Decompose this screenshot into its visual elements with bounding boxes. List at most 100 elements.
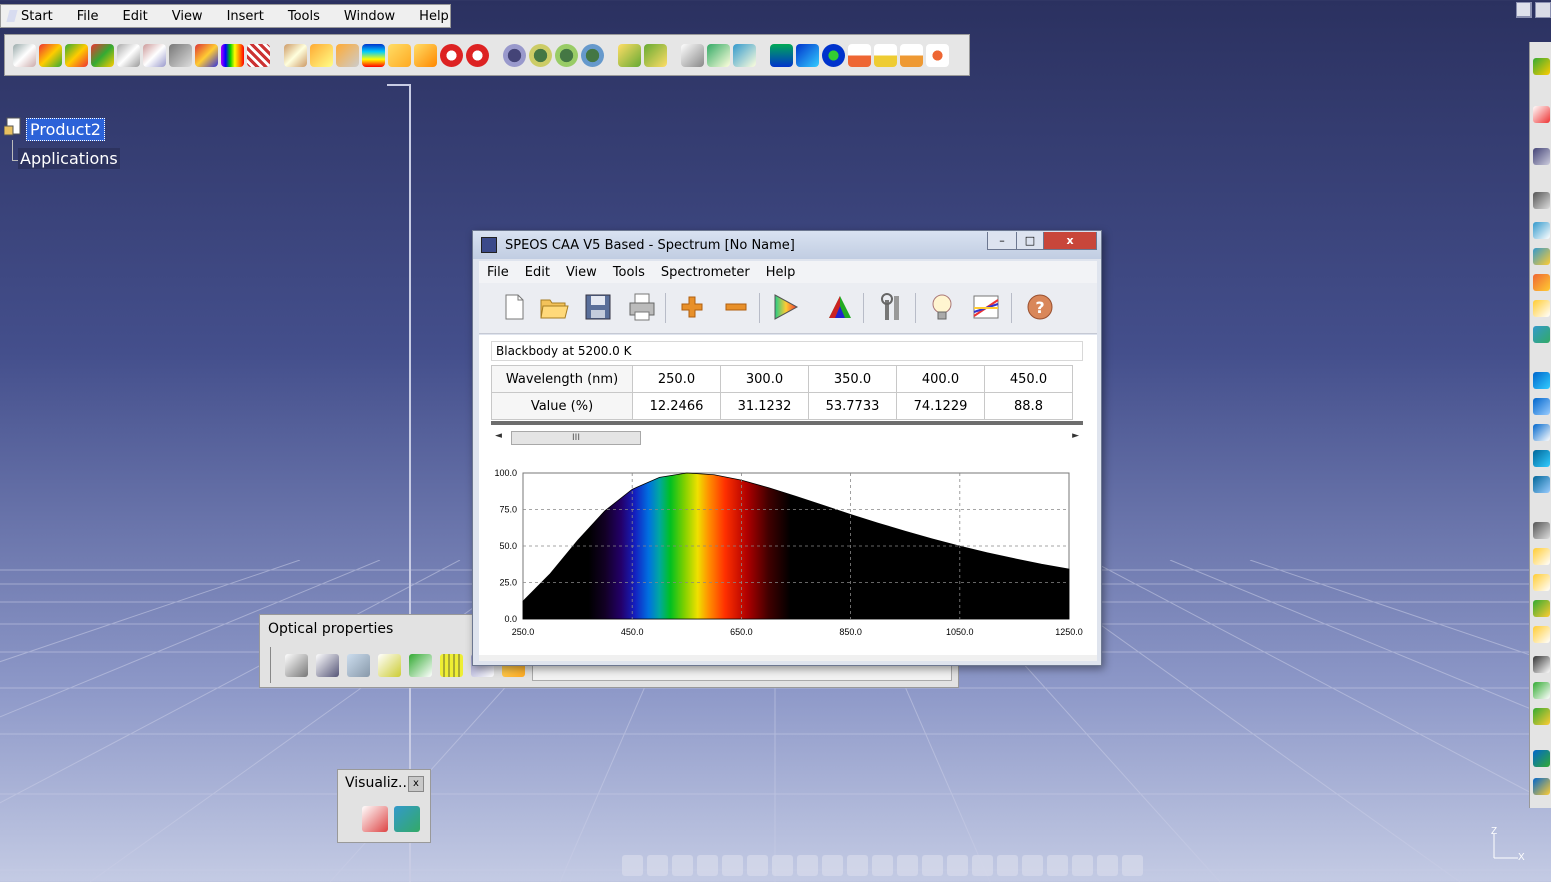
measure-icon[interactable]: [733, 43, 756, 67]
visualization-close-button[interactable]: x: [408, 776, 424, 792]
result-map-icon[interactable]: [362, 43, 385, 67]
spectrum-menu-view[interactable]: View: [558, 265, 605, 280]
right-tool-8-icon[interactable]: [1533, 300, 1550, 317]
material-icon[interactable]: [347, 653, 370, 677]
product-icon[interactable]: [4, 116, 24, 138]
pan-icon[interactable]: [897, 854, 918, 876]
view-ray-icon[interactable]: [362, 806, 388, 832]
rotate-icon[interactable]: [922, 854, 943, 876]
hide-show-icon[interactable]: [1072, 854, 1093, 876]
camera-icon[interactable]: [1122, 854, 1143, 876]
inverse-simulation-icon[interactable]: [336, 43, 359, 67]
opt-icon[interactable]: [900, 43, 923, 67]
table-cell[interactable]: 53.7733: [808, 392, 897, 420]
lamp-icon[interactable]: [927, 292, 957, 322]
right-tool-1-icon[interactable]: [1533, 58, 1550, 75]
optical-lens-icon[interactable]: [529, 43, 552, 67]
bottom-tool-2-icon[interactable]: [647, 854, 668, 876]
select-icon[interactable]: [681, 43, 704, 67]
lock-icon[interactable]: [797, 854, 818, 876]
thermic-source-icon[interactable]: [143, 43, 166, 67]
add-icon[interactable]: [677, 292, 707, 322]
right-tool-10-icon[interactable]: [1533, 372, 1550, 389]
bottom-tool-9-icon[interactable]: [822, 854, 843, 876]
ambient-source-icon[interactable]: [117, 43, 140, 67]
zoom-out-icon[interactable]: [972, 854, 993, 876]
spectrum-menu-edit[interactable]: Edit: [517, 265, 558, 280]
optical-surface-icon[interactable]: [503, 43, 526, 67]
swap-space-icon[interactable]: [1097, 854, 1118, 876]
right-tool-24-icon[interactable]: [1533, 778, 1550, 795]
formula-icon[interactable]: [672, 854, 693, 876]
spectrum-window-titlebar[interactable]: SPEOS CAA V5 Based - Spectrum [No Name] …: [473, 231, 1101, 259]
right-tool-23-icon[interactable]: [1533, 750, 1550, 767]
spectrum-menu-file[interactable]: File: [479, 265, 517, 280]
rgb-triangle-icon[interactable]: [825, 292, 855, 322]
optical-mirror-icon[interactable]: [555, 43, 578, 67]
right-tool-20-icon[interactable]: [1533, 656, 1550, 673]
tree-node-product[interactable]: Product2: [26, 118, 105, 141]
table-horizontal-scrollbar[interactable]: ◄ III ►: [491, 431, 1083, 447]
ldt-icon[interactable]: [874, 43, 897, 67]
simulation-icon[interactable]: [284, 43, 307, 67]
sensor-icon[interactable]: [169, 43, 192, 67]
new-icon[interactable]: [499, 292, 529, 322]
right-tool-13-icon[interactable]: [1533, 450, 1550, 467]
ies-icon[interactable]: [848, 43, 871, 67]
right-tool-2-icon[interactable]: [1533, 106, 1550, 123]
menu-file[interactable]: File: [65, 9, 111, 24]
restore-app-button[interactable]: [1535, 2, 1551, 18]
stop-icon[interactable]: [440, 43, 463, 67]
menu-edit[interactable]: Edit: [111, 9, 160, 24]
scroll-left-arrow-icon[interactable]: ◄: [495, 431, 502, 441]
normal-view-icon[interactable]: [997, 854, 1018, 876]
table-cell[interactable]: 300.0: [720, 365, 809, 393]
light-source-icon[interactable]: [13, 43, 36, 67]
menu-window[interactable]: Window: [332, 9, 407, 24]
printer-edit-icon[interactable]: [316, 653, 339, 677]
spectrum-menu-tools[interactable]: Tools: [605, 265, 653, 280]
window-minimize-button[interactable]: –: [987, 232, 1017, 250]
right-tool-16-icon[interactable]: [1533, 548, 1550, 565]
color-triangle-icon[interactable]: [771, 292, 801, 322]
folder-export-icon[interactable]: [414, 43, 437, 67]
menu-view[interactable]: View: [160, 9, 215, 24]
table-cell[interactable]: 250.0: [632, 365, 721, 393]
right-tool-17-icon[interactable]: [1533, 574, 1550, 591]
menu-insert[interactable]: Insert: [215, 9, 276, 24]
right-tool-6-icon[interactable]: [1533, 248, 1550, 265]
right-tool-12-icon[interactable]: [1533, 424, 1550, 441]
save-icon[interactable]: [583, 292, 613, 322]
table-cell[interactable]: 350.0: [808, 365, 897, 393]
surface-source-icon[interactable]: [39, 43, 62, 67]
right-tool-3-icon[interactable]: [1533, 148, 1550, 165]
comment-icon[interactable]: [697, 854, 718, 876]
spectrum-chart-icon[interactable]: [971, 292, 1001, 322]
inspect-icon[interactable]: [707, 43, 730, 67]
right-tool-7-icon[interactable]: [1533, 274, 1550, 291]
right-tool-22-icon[interactable]: [1533, 708, 1550, 725]
printer-props-icon[interactable]: [285, 653, 308, 677]
print-icon[interactable]: [627, 292, 657, 322]
viewer-icon[interactable]: [770, 43, 793, 67]
right-tool-11-icon[interactable]: [1533, 398, 1550, 415]
tree-node-applications[interactable]: Applications: [18, 148, 120, 169]
right-tool-14-icon[interactable]: [1533, 476, 1550, 493]
shading-icon[interactable]: [1047, 854, 1068, 876]
right-tool-9-icon[interactable]: [1533, 326, 1550, 343]
window-maximize-button[interactable]: □: [1016, 232, 1044, 250]
right-tool-19-icon[interactable]: [1533, 626, 1550, 643]
display-source-icon[interactable]: [91, 43, 114, 67]
analysis-icon[interactable]: [796, 43, 819, 67]
zoom-in-icon[interactable]: [947, 854, 968, 876]
scroll-right-arrow-icon[interactable]: ►: [1072, 431, 1079, 441]
view-result-icon[interactable]: [394, 806, 420, 832]
spectral-icon[interactable]: [221, 43, 244, 67]
radiance-sensor-icon[interactable]: [195, 43, 218, 67]
tree-icon[interactable]: [772, 854, 793, 876]
spectrum-name-field[interactable]: Blackbody at 5200.0 K: [491, 341, 1083, 361]
direct-simulation-icon[interactable]: [310, 43, 333, 67]
right-tool-4-icon[interactable]: [1533, 192, 1550, 209]
menu-help[interactable]: Help: [407, 9, 461, 24]
right-tool-15-icon[interactable]: [1533, 522, 1550, 539]
